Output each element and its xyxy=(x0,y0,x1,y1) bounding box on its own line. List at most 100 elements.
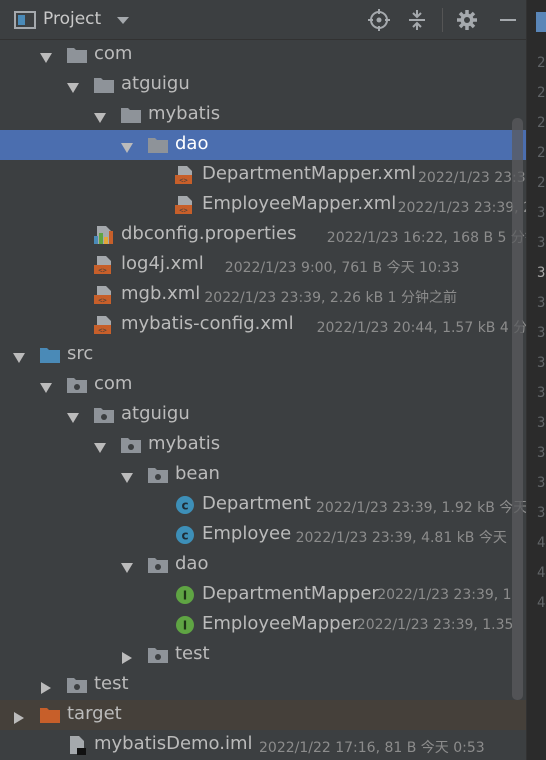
xml-file-icon: <> xyxy=(93,255,115,275)
tree-row[interactable]: c Department 2022/1/23 23:39, 1.92 kB 今天 xyxy=(0,490,526,520)
locate-icon[interactable] xyxy=(367,8,391,32)
tree-row[interactable]: test xyxy=(0,640,526,670)
tree-item-name: Department xyxy=(202,493,311,514)
tree-item-name: mybatis xyxy=(148,103,221,124)
iml-file-icon xyxy=(66,735,88,755)
collapse-all-icon[interactable] xyxy=(405,8,429,32)
expand-arrow-down-icon[interactable] xyxy=(120,559,134,573)
package-icon xyxy=(66,375,88,395)
tree-item-name: atguigu xyxy=(121,73,190,94)
line-number: 3 xyxy=(537,415,546,431)
tree-item-name: dbconfig.properties xyxy=(121,223,297,244)
file-metadata: 2022/1/23 23:39, 1.8 kB 1 分钟之前 xyxy=(418,170,526,186)
tree-row[interactable]: test xyxy=(0,670,526,700)
expand-arrow-down-icon[interactable] xyxy=(39,49,53,63)
folder-icon xyxy=(93,75,115,95)
svg-text:<>: <> xyxy=(98,297,106,305)
class-icon: c xyxy=(174,525,196,545)
line-number: 2 xyxy=(537,145,546,161)
tree-row[interactable]: mybatis xyxy=(0,430,526,460)
expand-arrow-down-icon[interactable] xyxy=(12,349,26,363)
tree-row[interactable]: I EmployeeMapper 2022/1/23 23:39, 1.35 xyxy=(0,610,526,640)
svg-text:<>: <> xyxy=(98,327,106,335)
tree-row[interactable]: com xyxy=(0,40,526,70)
tree-row[interactable]: src xyxy=(0,340,526,370)
source-folder-icon xyxy=(39,345,61,365)
package-icon xyxy=(120,435,142,455)
file-metadata: 2022/1/23 9:00, 761 B 今天 10:33 xyxy=(224,260,460,276)
file-metadata: 2022/1/23 23:39, 4.81 kB 今天 xyxy=(295,530,507,546)
tree-item-name: com xyxy=(94,43,133,64)
chevron-down-icon[interactable] xyxy=(116,13,130,27)
tree-item-name: mgb.xml xyxy=(121,283,201,304)
tree-item-name: EmployeeMapper.xml xyxy=(202,193,397,214)
expand-arrow-down-icon[interactable] xyxy=(66,409,80,423)
tree-row[interactable]: dao xyxy=(0,550,526,580)
class-icon: c xyxy=(174,495,196,515)
file-metadata: 2022/1/23 23:39, 1.92 kB 今天 xyxy=(316,500,526,516)
excluded-folder-icon xyxy=(39,705,61,725)
expand-arrow-down-icon[interactable] xyxy=(93,439,107,453)
svg-text:<>: <> xyxy=(179,177,187,185)
expand-arrow-right-icon[interactable] xyxy=(39,679,53,694)
tree-row[interactable]: target xyxy=(0,700,526,730)
tree-row[interactable]: c Employee 2022/1/23 23:39, 4.81 kB 今天 xyxy=(0,520,526,550)
tree-row[interactable]: <> log4j.xml 2022/1/23 9:00, 761 B 今天 10:3… xyxy=(0,250,526,280)
folder-icon xyxy=(66,45,88,65)
tree-item-name: mybatis xyxy=(148,433,221,454)
project-toolbar: Project xyxy=(0,0,526,40)
expand-arrow-down-icon[interactable] xyxy=(66,79,80,93)
tree-row[interactable]: atguigu xyxy=(0,400,526,430)
tree-row[interactable]: com xyxy=(0,370,526,400)
line-number: 4 xyxy=(537,535,546,551)
tree-row[interactable]: bean xyxy=(0,460,526,490)
tree-item-name: EmployeeMapper xyxy=(202,613,360,634)
folder-icon xyxy=(120,105,142,125)
project-tree: com atguigu mybatis dao <> DepartmentMapper.x… xyxy=(0,40,526,760)
line-number: 3 xyxy=(537,385,546,401)
file-metadata: 2022/1/23 23:39, 2.1 kB 1 分钟之前 xyxy=(397,200,526,216)
tree-row[interactable]: I DepartmentMapper 2022/1/23 23:39, 1 xyxy=(0,580,526,610)
tree-item-name: Employee xyxy=(202,523,292,544)
file-metadata: 2022/1/23 16:22, 168 B 5 分钟之前 xyxy=(326,230,526,246)
line-number: 3 xyxy=(537,505,546,521)
tree-row[interactable]: <> DepartmentMapper.xml2022/1/23 23:39, 1… xyxy=(0,160,526,190)
package-icon xyxy=(147,645,169,665)
line-number: 4 xyxy=(537,595,546,611)
tree-row[interactable]: mybatis xyxy=(0,100,526,130)
tree-row[interactable]: <> mybatis-config.xml 2022/1/23 20:44, 1.5… xyxy=(0,310,526,340)
tree-row[interactable]: <> mgb.xml 2022/1/23 23:39, 2.26 kB 1 分钟之前 xyxy=(0,280,526,310)
expand-arrow-right-icon[interactable] xyxy=(120,649,134,664)
expand-arrow-right-icon[interactable] xyxy=(12,709,26,724)
line-number: 3 xyxy=(537,475,546,491)
xml-file-icon: <> xyxy=(93,285,115,305)
tree-row[interactable]: atguigu xyxy=(0,70,526,100)
svg-text:c: c xyxy=(181,529,188,543)
line-number: 2 xyxy=(537,115,546,131)
expand-arrow-down-icon[interactable] xyxy=(120,469,134,483)
tree-item-name: test xyxy=(175,643,210,664)
tree-item-name: src xyxy=(67,343,94,364)
line-number: 3 xyxy=(537,265,546,281)
xml-file-icon: <> xyxy=(174,195,196,215)
vertical-scrollbar[interactable] xyxy=(512,118,523,700)
properties-file-icon xyxy=(93,225,115,245)
expand-arrow-down-icon[interactable] xyxy=(120,139,134,153)
file-metadata: 2022/1/23 20:44, 1.57 kB 4 分钟之前 xyxy=(316,320,526,336)
tree-item-name: bean xyxy=(175,463,220,484)
line-number: 3 xyxy=(537,325,546,341)
editor-tab-marker[interactable] xyxy=(536,12,546,32)
tree-row[interactable]: dbconfig.properties 2022/1/23 16:22, 168 … xyxy=(0,220,526,250)
expand-arrow-down-icon[interactable] xyxy=(93,109,107,123)
gear-icon[interactable] xyxy=(455,8,479,32)
project-view-title[interactable]: Project xyxy=(43,9,101,29)
minimize-icon[interactable] xyxy=(496,8,520,32)
tree-row[interactable]: dao xyxy=(0,130,526,160)
tree-row[interactable]: mybatisDemo.iml 2022/1/22 17:16, 81 B 今天 … xyxy=(0,730,526,760)
expand-arrow-down-icon[interactable] xyxy=(39,379,53,393)
tree-item-name: test xyxy=(94,673,129,694)
svg-text:I: I xyxy=(183,589,187,603)
tree-item-name: log4j.xml xyxy=(121,253,204,274)
tree-row[interactable]: <> EmployeeMapper.xml2022/1/23 23:39, 2.1… xyxy=(0,190,526,220)
tree-item-name: mybatisDemo.iml xyxy=(94,733,253,754)
